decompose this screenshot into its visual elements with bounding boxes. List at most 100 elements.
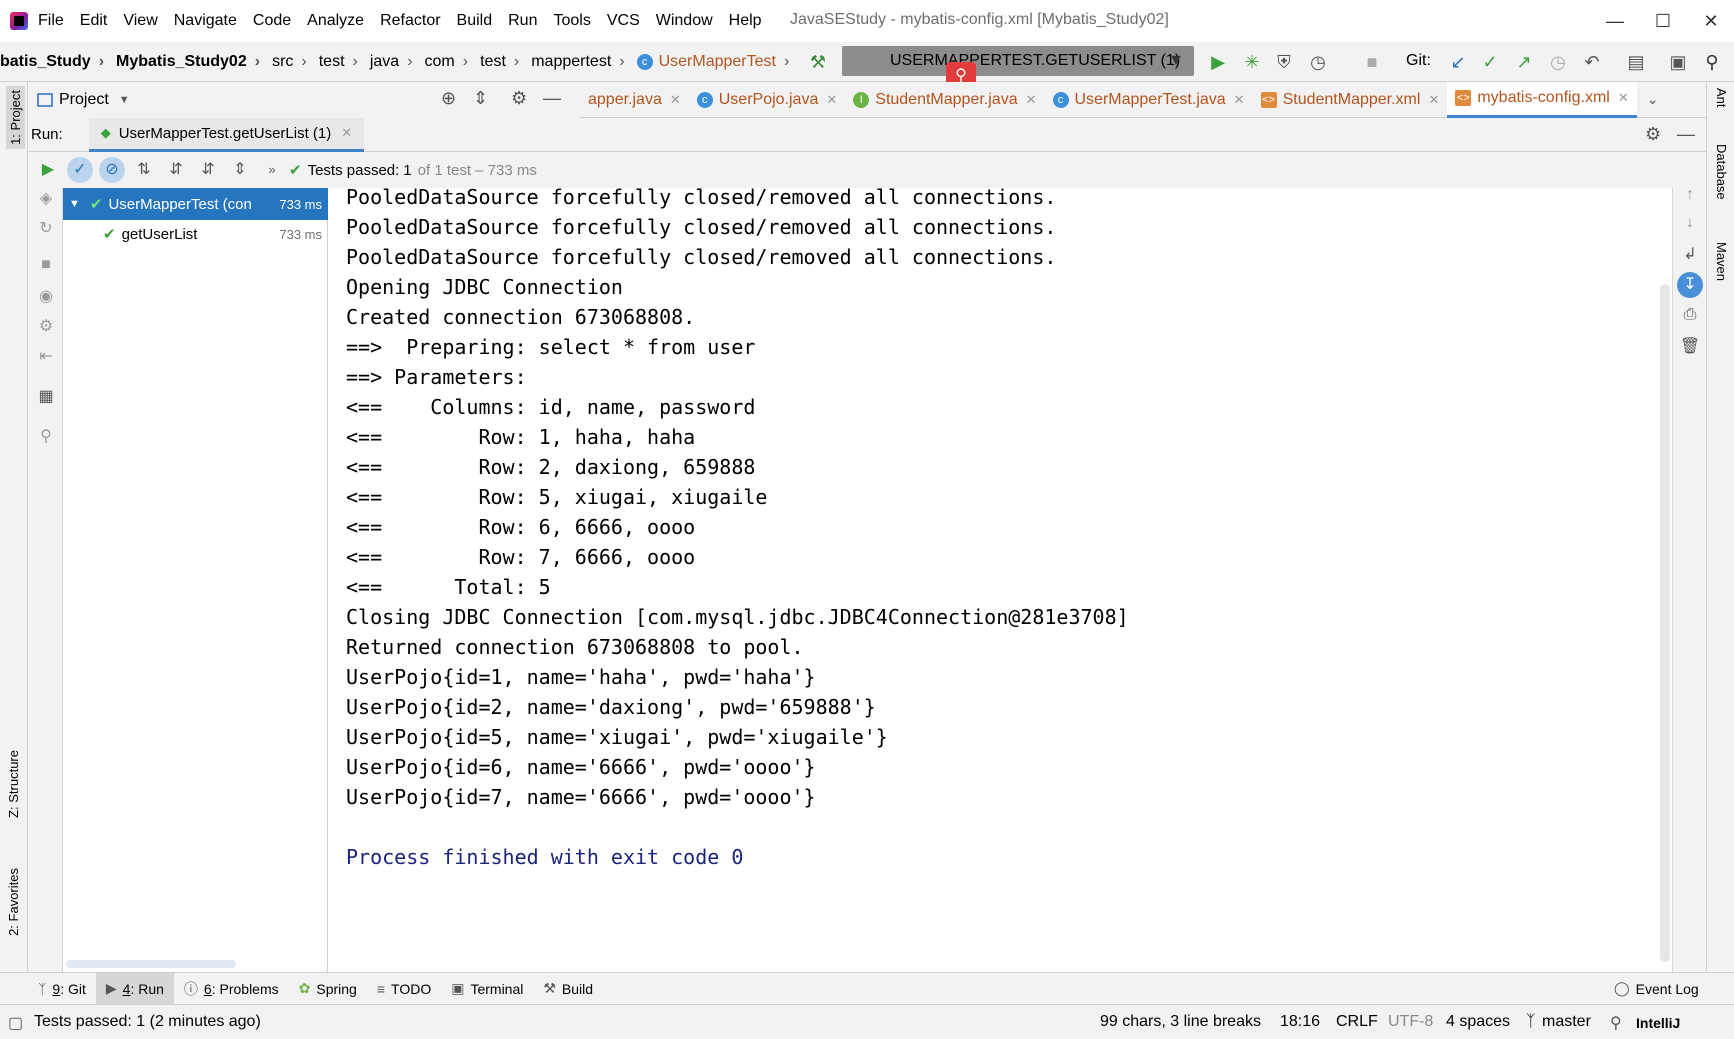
run-icon[interactable]: ▶ xyxy=(1206,50,1230,74)
tab-mapper-java[interactable]: apper.java ✕ xyxy=(580,82,689,118)
close-icon[interactable]: ✕ xyxy=(1618,90,1629,106)
tab-studentmapper-xml[interactable]: <> StudentMapper.xml ✕ xyxy=(1253,82,1448,118)
more-icon[interactable]: » xyxy=(259,157,285,183)
coverage-icon[interactable]: ⛨ xyxy=(1272,50,1296,74)
chevron-down-icon[interactable]: ▼ xyxy=(69,198,80,210)
close-icon[interactable]: ✕ xyxy=(1234,92,1245,108)
show-ignored-icon[interactable]: ⊘ xyxy=(99,157,125,183)
menu-vcs[interactable]: VCS xyxy=(607,12,640,30)
tool-window-maven[interactable]: Maven xyxy=(1714,242,1729,281)
layout-icon[interactable]: ▦ xyxy=(35,386,57,408)
tab-usermappertest-java[interactable]: c UserMapperTest.java ✕ xyxy=(1045,82,1253,118)
gear-icon[interactable]: ⚙ xyxy=(511,88,527,109)
test-tree-row[interactable]: ✔ getUserList 733 ms xyxy=(63,218,328,250)
menu-view[interactable]: View xyxy=(123,12,157,30)
git-push-icon[interactable]: ↗ xyxy=(1512,50,1536,74)
search-everywhere-icon[interactable]: ⚲ xyxy=(1700,50,1724,74)
breadcrumb-item[interactable]: c UserMapperTest › xyxy=(636,53,798,71)
tab-terminal[interactable]: ▣ Terminal xyxy=(441,973,533,1005)
tool-window-ant[interactable]: Ant xyxy=(1714,88,1729,108)
menu-file[interactable]: File xyxy=(38,12,64,30)
breadcrumb-item[interactable]: test › xyxy=(319,53,366,71)
tab-spring[interactable]: ✿ Spring xyxy=(289,973,367,1005)
project-panel-title[interactable]: Project xyxy=(59,91,109,109)
show-passed-icon[interactable]: ✓ xyxy=(67,157,93,183)
selection-info[interactable]: 99 chars, 3 line breaks xyxy=(1100,1013,1261,1031)
close-icon[interactable]: ✕ xyxy=(826,92,837,108)
git-commit-icon[interactable]: ✓ xyxy=(1478,50,1502,74)
file-encoding[interactable]: UTF-8 xyxy=(1388,1013,1433,1031)
caret-position[interactable]: 18:16 xyxy=(1280,1013,1320,1031)
chevron-down-icon[interactable]: ⌄ xyxy=(1647,91,1659,108)
arrow-down-icon[interactable]: ↓ xyxy=(1679,214,1701,236)
close-icon[interactable]: ✕ xyxy=(341,125,352,141)
breadcrumb-item[interactable]: java › xyxy=(370,53,421,71)
arrow-up-icon[interactable]: ↑ xyxy=(1679,186,1701,208)
console-scrollbar[interactable] xyxy=(1658,188,1672,972)
tool-window-structure[interactable]: Z: Structure xyxy=(6,750,21,818)
soft-wrap-icon[interactable]: ↲ xyxy=(1679,244,1701,266)
indent-setting[interactable]: 4 spaces xyxy=(1446,1013,1510,1031)
scrollbar-thumb[interactable] xyxy=(1660,284,1670,962)
gear-icon[interactable]: ⚙ xyxy=(1645,124,1661,145)
print-icon[interactable]: ⎙ xyxy=(1679,306,1701,328)
tool-window-project[interactable]: 1: Project xyxy=(6,86,25,149)
git-update-icon[interactable]: ↙ xyxy=(1446,50,1470,74)
menu-tools[interactable]: Tools xyxy=(553,12,590,30)
terminal-icon[interactable]: ▣ xyxy=(1666,50,1690,74)
menu-navigate[interactable]: Navigate xyxy=(174,12,237,30)
tab-problems[interactable]: ⓘ 6: Problems xyxy=(174,973,289,1005)
rollback-icon[interactable]: ↶ xyxy=(1580,50,1604,74)
toggle-auto-test-icon[interactable]: ◈ xyxy=(35,188,57,210)
test-tree-row[interactable]: ▼ ✔ UserMapperTest (con 733 ms xyxy=(63,188,328,220)
breadcrumb-item[interactable]: batis_Study › xyxy=(0,53,112,71)
tab-mybatis-config-xml[interactable]: <> mybatis-config.xml ✕ xyxy=(1447,81,1637,118)
profile-icon[interactable]: ◷ xyxy=(1306,50,1330,74)
minimize-icon[interactable]: — xyxy=(1600,6,1630,36)
expand-all-icon[interactable]: ⇵ xyxy=(195,157,221,183)
debug-icon[interactable]: ✳ xyxy=(1240,50,1264,74)
run-configuration-select[interactable]: USERMAPPERTEST.GETUSERLIST (1) ▼ xyxy=(842,46,1194,76)
maximize-icon[interactable]: ☐ xyxy=(1648,6,1678,36)
menu-window[interactable]: Window xyxy=(656,12,713,30)
run-tab[interactable]: ◆ UserMapperTest.getUserList (1) ✕ xyxy=(88,117,365,152)
menu-help[interactable]: Help xyxy=(729,12,762,30)
event-log-button[interactable]: ◯ Event Log xyxy=(1604,973,1709,1005)
settings-icon[interactable]: ⚙ xyxy=(35,316,57,338)
close-icon[interactable]: ✕ xyxy=(1428,92,1439,108)
hide-icon[interactable]: — xyxy=(1677,124,1695,145)
tool-window-favorites[interactable]: 2: Favorites xyxy=(6,868,21,936)
stop-icon[interactable]: ■ xyxy=(35,256,57,278)
lock-icon[interactable]: ⚲ xyxy=(1610,1013,1622,1033)
tab-run[interactable]: ▶ 4: Run xyxy=(95,972,174,1005)
import-icon[interactable]: ⇤ xyxy=(35,346,57,368)
line-separator[interactable]: CRLF xyxy=(1336,1013,1378,1031)
stop-icon[interactable]: ■ xyxy=(1360,50,1384,74)
menu-run[interactable]: Run xyxy=(508,12,537,30)
menu-edit[interactable]: Edit xyxy=(80,12,108,30)
tool-window-database[interactable]: Database xyxy=(1714,144,1729,200)
build-hammer-icon[interactable]: ⚒ xyxy=(806,50,830,74)
menu-code[interactable]: Code xyxy=(253,12,291,30)
chevron-down-icon[interactable]: ▼ xyxy=(119,94,130,106)
close-icon[interactable]: ✕ xyxy=(670,92,681,108)
breadcrumb-item[interactable]: Mybatis_Study02 › xyxy=(116,53,268,71)
rerun-icon[interactable]: ▶ xyxy=(35,157,61,183)
close-icon[interactable]: ✕ xyxy=(1026,92,1037,108)
trash-icon[interactable]: 🗑 xyxy=(1679,336,1701,358)
collapse-all-icon[interactable]: ⇕ xyxy=(473,88,488,109)
breadcrumb-item[interactable]: src › xyxy=(272,53,315,71)
menu-analyze[interactable]: Analyze xyxy=(307,12,364,30)
pin-icon[interactable]: ⚲ xyxy=(35,426,57,448)
git-branch[interactable]: master xyxy=(1542,1013,1591,1031)
scroll-to-end-icon[interactable]: ↧ xyxy=(1677,272,1703,298)
project-structure-icon[interactable]: ▤ xyxy=(1624,50,1648,74)
sort-duration-icon[interactable]: ⇵ xyxy=(163,157,189,183)
status-toggle-icon[interactable]: ▢ xyxy=(8,1013,23,1033)
breadcrumb-item[interactable]: mappertest › xyxy=(531,53,632,71)
history-icon[interactable]: ◷ xyxy=(1546,50,1570,74)
console-output[interactable]: PooledDataSource forcefully closed/remov… xyxy=(328,185,1678,972)
hide-icon[interactable]: — xyxy=(543,88,561,109)
tab-git[interactable]: ᛉ9: Git xyxy=(28,973,96,1005)
tab-build[interactable]: ⚒ Build xyxy=(533,973,603,1005)
